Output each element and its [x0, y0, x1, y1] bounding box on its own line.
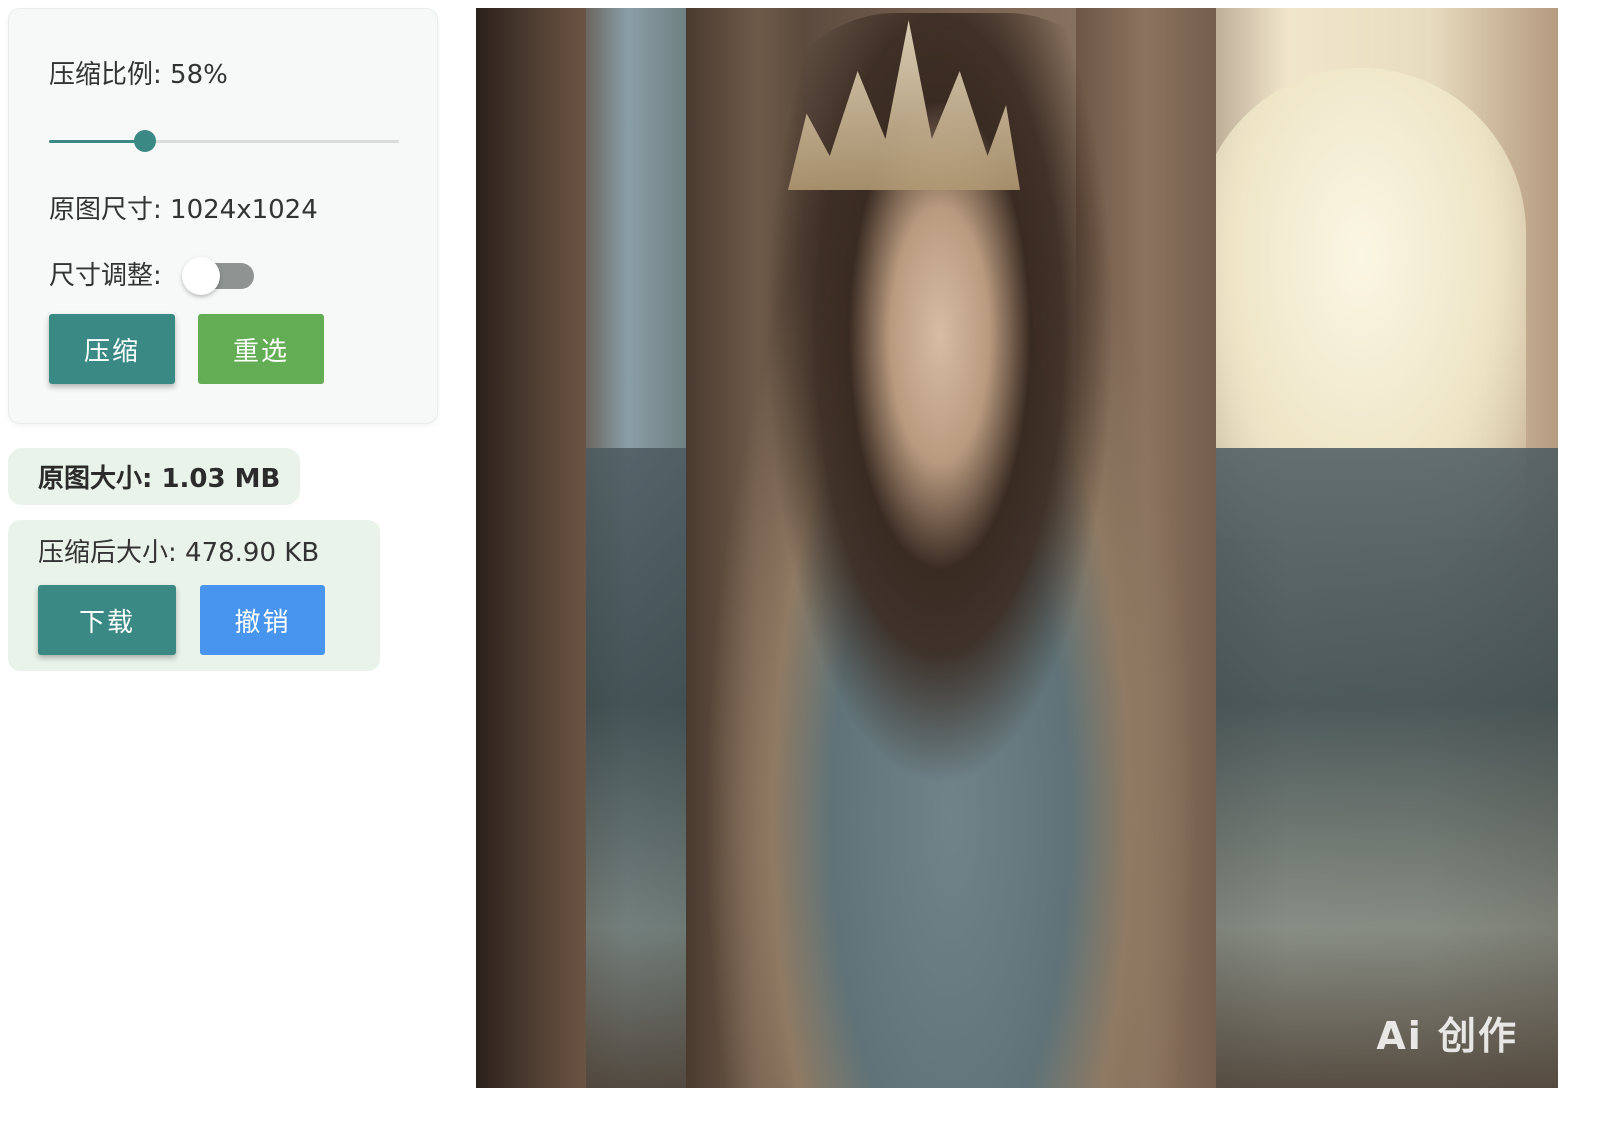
compression-settings-panel: 压缩比例: 58% 原图尺寸: 1024x1024 尺寸调整: 压缩 重选: [8, 8, 438, 424]
slider-fill: [49, 140, 146, 143]
toggle-knob: [182, 257, 220, 295]
ai-watermark: Ai 创作: [1376, 1014, 1518, 1058]
compress-button[interactable]: 压缩: [49, 314, 175, 384]
preview-pillar: [476, 8, 586, 1088]
compression-result-card: 压缩后大小: 478.90 KB 下载 撤销: [8, 520, 380, 671]
compression-ratio-slider[interactable]: [49, 127, 399, 155]
compression-ratio-label: 压缩比例: 58%: [49, 60, 228, 90]
resize-label: 尺寸调整:: [49, 261, 162, 291]
download-button[interactable]: 下载: [38, 585, 176, 655]
slider-thumb[interactable]: [134, 130, 157, 152]
reselect-button[interactable]: 重选: [198, 314, 324, 384]
original-dimensions-label: 原图尺寸: 1024x1024: [49, 195, 318, 225]
compressed-file-size: 压缩后大小: 478.90 KB: [38, 538, 320, 568]
image-preview: Ai 创作: [476, 8, 1558, 1088]
resize-toggle[interactable]: [182, 257, 254, 295]
original-file-size: 原图大小: 1.03 MB: [8, 448, 300, 505]
undo-button[interactable]: 撤销: [200, 585, 325, 655]
